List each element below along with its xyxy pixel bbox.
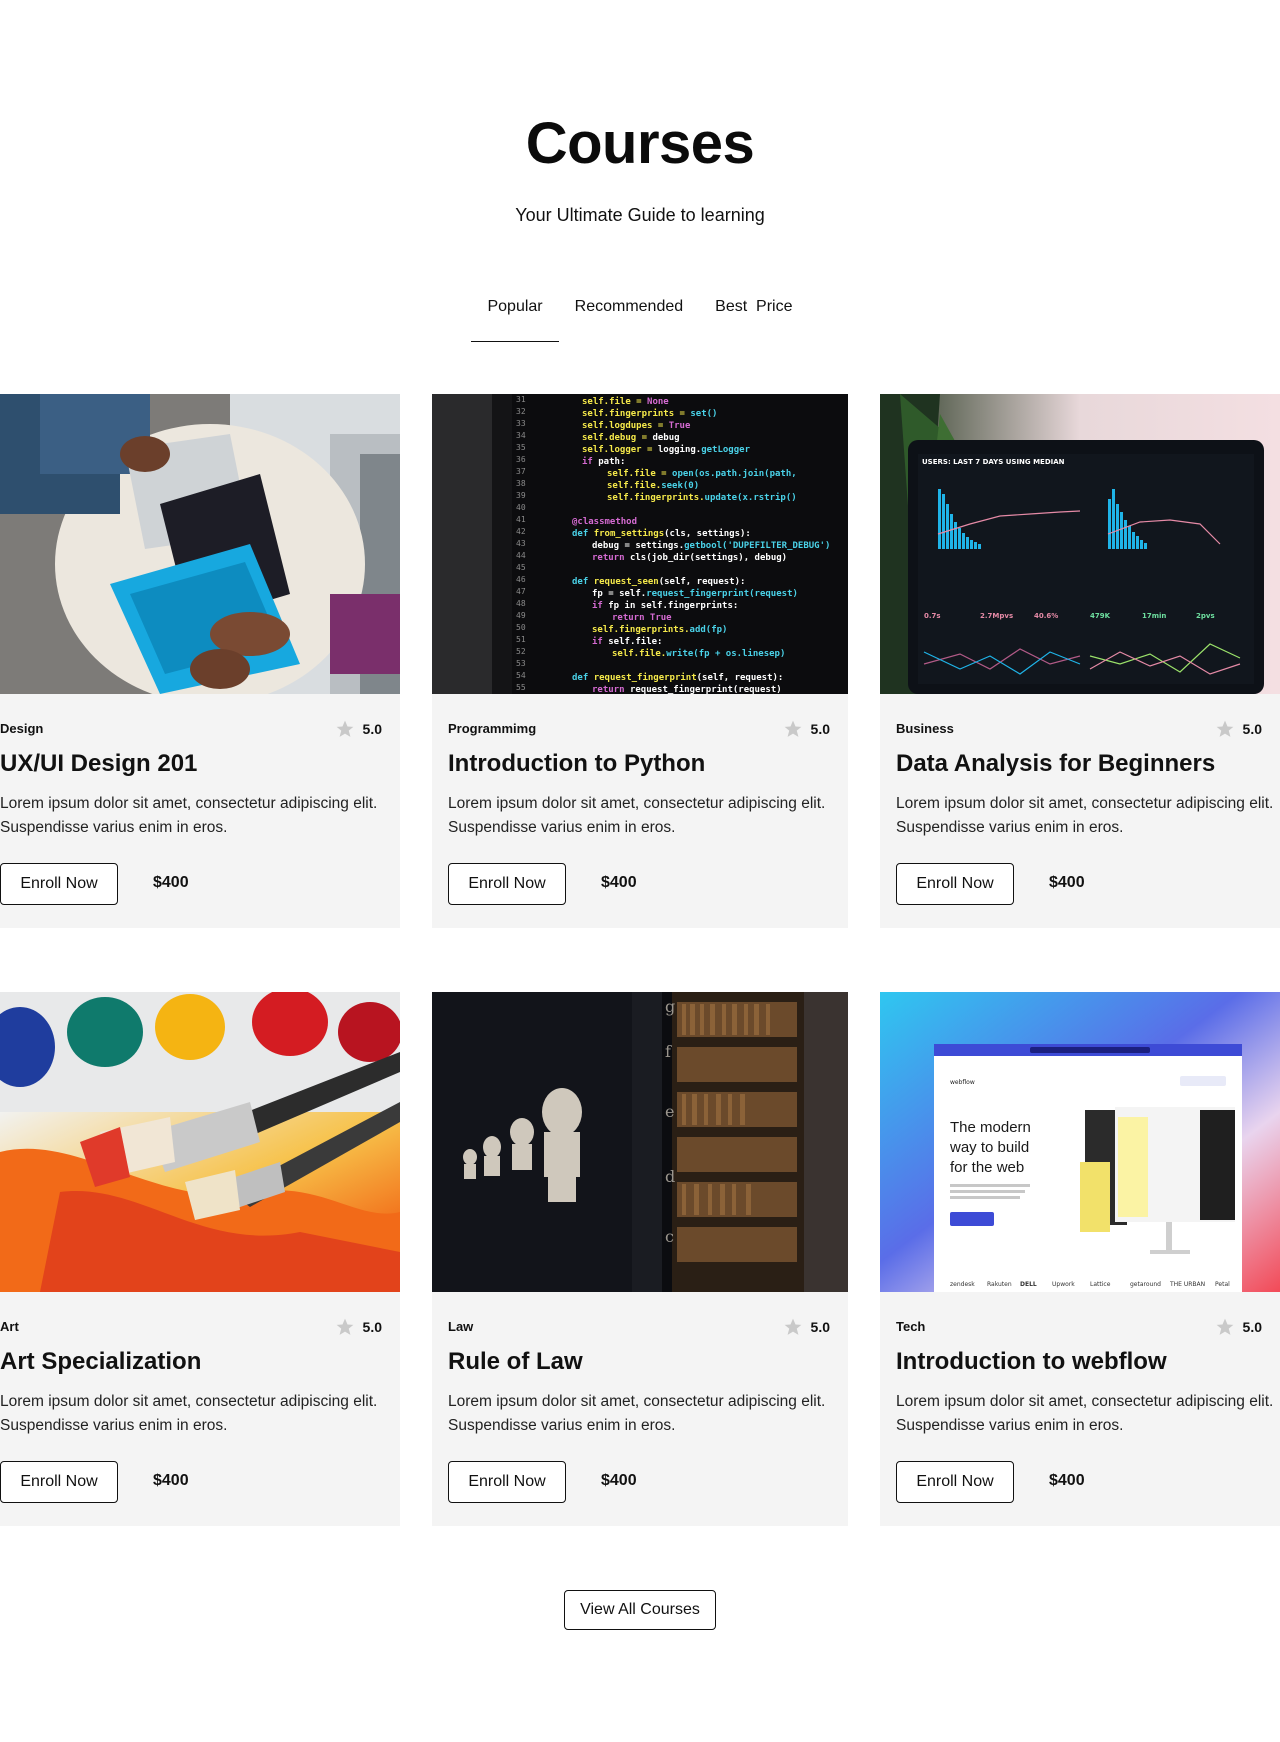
enroll-now-button[interactable]: Enroll Now bbox=[448, 1461, 566, 1503]
rating-value: 5.0 bbox=[810, 721, 830, 737]
enroll-now-button[interactable]: Enroll Now bbox=[0, 1461, 118, 1503]
rating-value: 5.0 bbox=[1242, 721, 1262, 737]
course-card: webflow The modern way to build for the … bbox=[880, 992, 1280, 1526]
enroll-now-button[interactable]: Enroll Now bbox=[896, 863, 1014, 905]
course-category: Programmimg bbox=[448, 721, 537, 736]
page-subtitle: Your Ultimate Guide to learning bbox=[515, 205, 765, 225]
course-title: Rule of Law bbox=[448, 1348, 583, 1375]
course-card: gfedc Law 5.0 Rule of Law Lorem ipsum do… bbox=[432, 992, 848, 1526]
course-category: Law bbox=[448, 1319, 474, 1334]
course-rating: 5.0 bbox=[783, 1317, 830, 1337]
course-tabs: Popular Recommended Best Price bbox=[0, 298, 1280, 342]
course-title: UX/UI Design 201 bbox=[0, 750, 198, 777]
course-price: $400 bbox=[601, 1472, 637, 1489]
rating-value: 5.0 bbox=[810, 1319, 830, 1335]
tab-recommended[interactable]: Recommended bbox=[559, 298, 700, 330]
course-title: Introduction to webflow bbox=[896, 1348, 1167, 1375]
enroll-now-button[interactable]: Enroll Now bbox=[0, 863, 118, 905]
course-description: Lorem ipsum dolor sit amet, consectetur … bbox=[0, 1393, 378, 1434]
star-icon bbox=[784, 720, 801, 737]
course-card: 31 32 33 34 35 36 37 38 39 40 41 42 43 44 45 46 47 48… bbox=[432, 394, 848, 928]
course-title: Introduction to Python bbox=[448, 750, 706, 777]
tab-best-price[interactable]: Best Price bbox=[699, 298, 808, 330]
course-description: Lorem ipsum dolor sit amet, consectetur … bbox=[896, 795, 1274, 836]
star-icon bbox=[336, 720, 353, 737]
star-icon bbox=[784, 1318, 801, 1335]
tab-popular[interactable]: Popular bbox=[471, 298, 559, 342]
star-icon bbox=[336, 1318, 353, 1335]
course-title: Art Specialization bbox=[0, 1348, 202, 1375]
rating-value: 5.0 bbox=[1242, 1319, 1262, 1335]
course-title: Data Analysis for Beginners bbox=[896, 750, 1216, 777]
course-price: $400 bbox=[601, 874, 637, 891]
course-category: Art bbox=[0, 1319, 19, 1334]
course-description: Lorem ipsum dolor sit amet, consectetur … bbox=[0, 795, 378, 836]
course-rating: 5.0 bbox=[783, 719, 830, 739]
course-rating: 5.0 bbox=[1215, 1317, 1262, 1337]
course-description: Lorem ipsum dolor sit amet, consectetur … bbox=[896, 1393, 1274, 1434]
course-rating: 5.0 bbox=[1215, 719, 1262, 739]
course-category: Tech bbox=[896, 1319, 926, 1334]
course-card: Design 5.0 UX/UI Design 201 Lorem ipsum … bbox=[0, 394, 400, 928]
star-icon bbox=[1216, 1318, 1233, 1335]
course-price: $400 bbox=[153, 1472, 189, 1489]
course-category: Design bbox=[0, 721, 44, 736]
course-category: Business bbox=[896, 721, 954, 736]
course-description: Lorem ipsum dolor sit amet, consectetur … bbox=[448, 795, 826, 836]
enroll-now-button[interactable]: Enroll Now bbox=[448, 863, 566, 905]
course-price: $400 bbox=[1049, 874, 1085, 891]
page-title: Courses bbox=[525, 111, 755, 176]
course-rating: 5.0 bbox=[335, 719, 382, 739]
course-description: Lorem ipsum dolor sit amet, consectetur … bbox=[448, 1393, 826, 1434]
star-icon bbox=[1216, 720, 1233, 737]
course-card: Art 5.0 Art Specialization Lorem ipsum d… bbox=[0, 992, 400, 1526]
course-rating: 5.0 bbox=[335, 1317, 382, 1337]
enroll-now-button[interactable]: Enroll Now bbox=[896, 1461, 1014, 1503]
course-card: USERS: LAST 7 DAYS USING MEDIAN 0.7s 2.7… bbox=[880, 394, 1280, 928]
rating-value: 5.0 bbox=[362, 1319, 382, 1335]
rating-value: 5.0 bbox=[362, 721, 382, 737]
course-price: $400 bbox=[1049, 1472, 1085, 1489]
course-price: $400 bbox=[153, 874, 189, 891]
view-all-courses-button[interactable]: View All Courses bbox=[564, 1590, 716, 1630]
